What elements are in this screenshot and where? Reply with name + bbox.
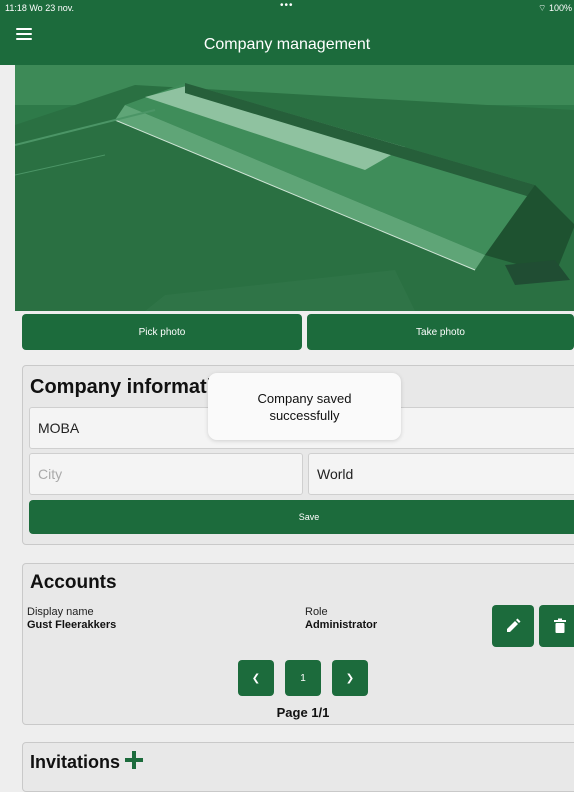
city-field[interactable]: City xyxy=(29,453,303,495)
accounts-title: Accounts xyxy=(30,572,117,593)
chevron-right-icon: ❯ xyxy=(345,672,355,684)
display-name-header: Display name xyxy=(27,606,94,618)
take-photo-button[interactable]: Take photo xyxy=(307,314,574,350)
status-battery: ⌔ 100% xyxy=(538,3,572,14)
success-toast: Company saved successfully xyxy=(208,373,401,440)
country-field[interactable]: World xyxy=(308,453,574,495)
wifi-icon: ⌔ xyxy=(537,3,547,13)
pick-photo-button[interactable]: Pick photo xyxy=(22,314,302,350)
company-photo xyxy=(15,65,574,311)
page-indicator: Page 1/1 xyxy=(276,705,330,720)
pencil-icon xyxy=(507,618,521,632)
account-name: Gust Fleerakkers xyxy=(27,619,117,631)
accounts-card: Accounts Display name Role Gust Fleerakk… xyxy=(22,563,574,725)
app-header: 11:18 Wo 23 nov. ••• ⌔ 100% Company mana… xyxy=(0,0,574,65)
page-title: Company management xyxy=(203,36,371,53)
battery-level: 100% xyxy=(548,3,572,13)
trash-icon xyxy=(554,618,566,633)
previous-page-button[interactable]: ❮ xyxy=(238,660,274,696)
invitations-card: Invitations xyxy=(22,742,574,792)
next-page-button[interactable]: ❯ xyxy=(332,660,368,696)
edit-account-button[interactable] xyxy=(492,605,534,647)
page-number-button[interactable]: 1 xyxy=(285,660,321,696)
account-role: Administrator xyxy=(305,619,378,631)
plus-icon[interactable] xyxy=(123,749,145,771)
company-information-title: Company information xyxy=(30,376,237,398)
chevron-left-icon: ❮ xyxy=(251,672,261,684)
status-time: 11:18 Wo 23 nov. xyxy=(5,3,75,13)
invitations-title: Invitations xyxy=(30,752,121,772)
delete-account-button[interactable] xyxy=(539,605,574,647)
role-header: Role xyxy=(305,606,328,618)
status-dots: ••• xyxy=(280,0,294,11)
save-button[interactable]: Save xyxy=(29,500,574,534)
